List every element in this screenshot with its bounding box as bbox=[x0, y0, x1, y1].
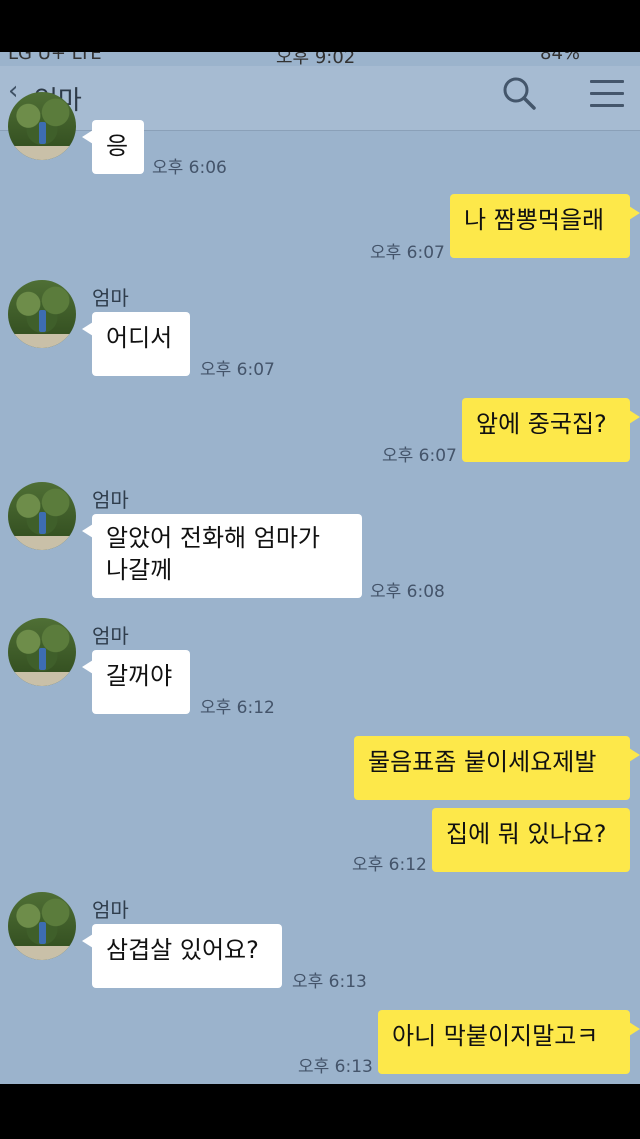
top-black-bar bbox=[0, 0, 640, 52]
carrier-label: LG U+ LTE bbox=[8, 52, 102, 64]
message-bubble-received[interactable]: 어디서 bbox=[82, 312, 190, 376]
message-time: 오후 6:07 bbox=[370, 243, 445, 263]
message-time: 오후 6:07 bbox=[382, 446, 457, 466]
message-bubble-received[interactable]: 삼겹살 있어요? bbox=[82, 924, 282, 988]
avatar[interactable] bbox=[8, 618, 76, 686]
message-bubble-received[interactable]: 알았어 전화해 엄마가 나갈께 bbox=[82, 514, 362, 598]
sender-name: 엄마 bbox=[92, 898, 129, 922]
message-bubble-sent[interactable]: 집에 뭐 있나요? bbox=[432, 808, 630, 872]
sender-name: 엄마 bbox=[92, 286, 129, 310]
message-bubble-sent[interactable]: 아니 막붙이지말고ㅋ bbox=[378, 1010, 640, 1074]
avatar[interactable] bbox=[8, 280, 76, 348]
message-bubble-sent[interactable]: 나 짬뽕먹을래 bbox=[450, 194, 640, 258]
hamburger-menu-icon[interactable] bbox=[590, 80, 624, 108]
message-text-line: 나갈께 bbox=[106, 556, 173, 584]
message-time: 오후 6:07 bbox=[200, 360, 275, 380]
message-bubble-received[interactable]: 갈꺼야 bbox=[82, 650, 190, 714]
message-time: 오후 6:06 bbox=[152, 158, 227, 178]
message-bubble-sent[interactable]: 물음표좀 붙이세요제발 bbox=[354, 736, 640, 800]
chat-screen: LG U+ LTE 오후 9:02 84% ‹ 엄마 응 오후 6:06 나 짬… bbox=[0, 52, 640, 1084]
message-time: 오후 6:12 bbox=[200, 698, 275, 718]
avatar[interactable] bbox=[8, 92, 76, 160]
message-time: 오후 6:13 bbox=[292, 972, 367, 992]
avatar[interactable] bbox=[8, 892, 76, 960]
message-bubble-sent[interactable]: 앞에 중국집? bbox=[462, 398, 640, 462]
battery-level: 84% bbox=[540, 52, 581, 64]
sender-name: 엄마 bbox=[92, 624, 129, 648]
message-time: 오후 6:13 bbox=[298, 1057, 373, 1077]
sender-name: 엄마 bbox=[92, 488, 129, 512]
status-bar: LG U+ LTE 오후 9:02 84% bbox=[0, 52, 640, 66]
message-time: 오후 6:08 bbox=[370, 582, 445, 602]
message-time: 오후 6:12 bbox=[352, 855, 427, 875]
search-icon[interactable] bbox=[502, 76, 536, 110]
avatar[interactable] bbox=[8, 482, 76, 550]
status-time: 오후 9:02 bbox=[276, 52, 356, 66]
message-bubble-received[interactable]: 응 bbox=[82, 120, 144, 174]
message-text-line: 알았어 전화해 엄마가 bbox=[106, 524, 320, 552]
bottom-black-bar bbox=[0, 1084, 640, 1139]
